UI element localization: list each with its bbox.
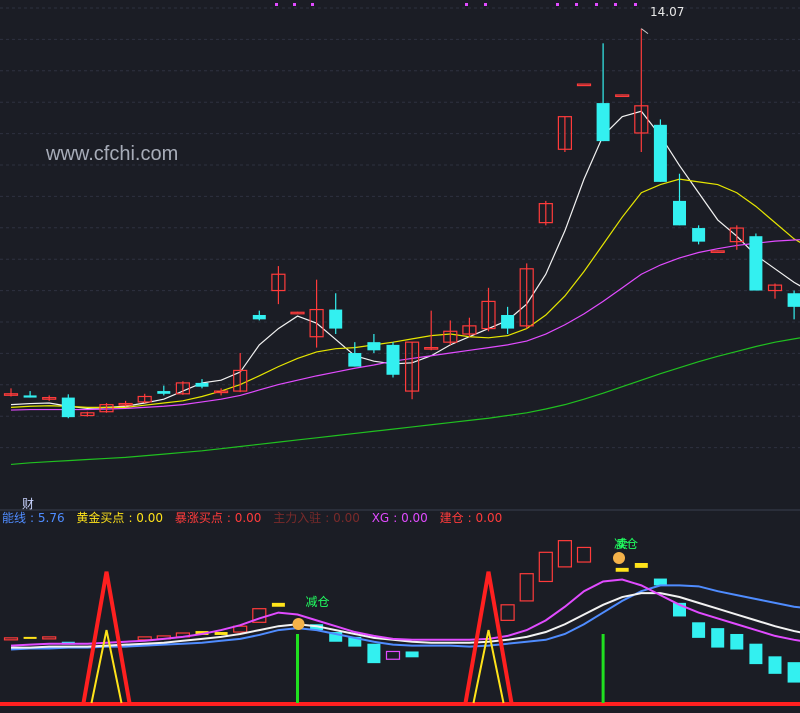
top-marker <box>484 3 487 6</box>
energy-bar <box>519 573 534 602</box>
energy-bar <box>730 633 744 650</box>
energy-bar <box>538 551 553 583</box>
sub-panel-title: 财 <box>22 497 35 511</box>
candle-body <box>290 311 305 315</box>
energy-bar <box>405 651 419 658</box>
energy-bar <box>557 540 573 568</box>
candle-body <box>653 124 667 182</box>
sell-label: 卖 <box>616 537 628 551</box>
indicator-item: 主力入驻: 0.00 <box>273 511 360 525</box>
candle-body <box>157 391 171 394</box>
candle-body <box>615 94 630 98</box>
top-marker <box>595 3 598 6</box>
energy-bar <box>768 656 782 674</box>
top-marker <box>293 3 296 6</box>
candle-body <box>61 397 75 418</box>
energy-bar <box>3 637 19 641</box>
indicator-item: XG: 0.00 <box>371 511 428 525</box>
energy-bar <box>634 563 648 568</box>
candle-body <box>749 236 763 291</box>
candle-body <box>348 353 362 367</box>
candle-body <box>252 314 266 320</box>
top-marker <box>634 3 637 6</box>
energy-bar <box>653 578 667 586</box>
candle-body <box>692 228 706 242</box>
top-marker <box>311 3 314 6</box>
candle-body <box>576 83 592 87</box>
energy-bar <box>787 662 800 683</box>
energy-bar <box>692 622 706 638</box>
candle-body <box>329 309 343 329</box>
top-marker <box>614 3 617 6</box>
indicator-item: 黄金买点: 0.00 <box>76 511 164 525</box>
energy-bar <box>500 604 515 621</box>
buy-spike <box>81 571 132 704</box>
sell-hand-icon <box>613 552 625 564</box>
candle-body <box>710 250 725 253</box>
candle-body <box>367 342 381 351</box>
watermark: www.cfchi.com <box>46 143 179 165</box>
top-marker <box>275 3 278 6</box>
candle-body <box>195 382 209 387</box>
candle-body <box>386 344 400 375</box>
top-marker <box>465 3 468 6</box>
energy-bar <box>271 602 285 607</box>
high-price-label: 14.07 <box>650 5 685 19</box>
candle-body <box>501 314 515 329</box>
energy-bar <box>385 650 401 660</box>
energy-bar <box>711 628 725 648</box>
candle-body <box>23 395 37 398</box>
energy-bar <box>615 567 629 572</box>
candle-body <box>673 200 686 226</box>
stock-chart-canvas[interactable]: 减仓 减仓卖 <box>0 0 800 709</box>
energy-bar <box>576 546 592 563</box>
energy-bar <box>367 643 381 664</box>
energy-bar <box>42 636 57 640</box>
energy-bar <box>214 632 228 635</box>
top-marker <box>575 3 578 6</box>
reduce-position-label: 减仓 <box>306 595 330 609</box>
candle-body <box>787 293 800 307</box>
indicator-readout: 能线: 5.76 黄金买点: 0.00 暴涨买点: 0.00 主力入驻: 0.0… <box>2 511 510 525</box>
chart-svg: 减仓减仓卖 <box>0 3 800 706</box>
candle-body <box>596 103 610 142</box>
coin-icon <box>292 618 305 630</box>
indicator-item: 暴涨买点: 0.00 <box>174 511 262 525</box>
top-marker <box>556 3 559 6</box>
indicator-item: 能线: 5.76 <box>2 511 65 525</box>
high-pointer <box>641 28 649 35</box>
indicator-item: 建仓: 0.00 <box>439 511 503 525</box>
energy-bar <box>23 636 37 639</box>
energy-bar <box>749 643 763 665</box>
